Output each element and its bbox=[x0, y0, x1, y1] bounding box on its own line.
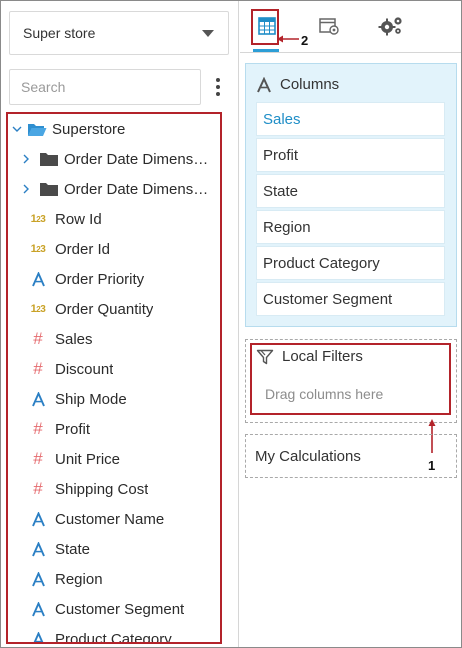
window-gear-icon bbox=[319, 18, 339, 35]
caret-down-icon bbox=[202, 30, 214, 37]
filter-icon bbox=[256, 349, 274, 364]
table-icon bbox=[258, 17, 276, 35]
field-item[interactable]: Customer Name bbox=[8, 504, 220, 534]
tree-folder-label: Order Date Dimens… bbox=[64, 150, 209, 168]
local-filters-title: Local Filters bbox=[282, 348, 363, 365]
chevron-down-icon[interactable] bbox=[8, 124, 26, 134]
numeric-icon: 123 bbox=[30, 303, 46, 315]
attribute-icon bbox=[26, 631, 50, 642]
field-label: Ship Mode bbox=[55, 390, 127, 408]
field-label: State bbox=[55, 540, 91, 558]
attribute-icon bbox=[257, 76, 271, 92]
field-label: Customer Name bbox=[55, 510, 165, 528]
attribute-icon bbox=[26, 571, 50, 587]
attribute-icon bbox=[26, 391, 50, 407]
field-item[interactable]: State bbox=[8, 534, 220, 564]
tree-folder-order-date-1[interactable]: Order Date Dimens… bbox=[8, 144, 220, 174]
field-item[interactable]: Order Priority bbox=[8, 264, 220, 294]
field-label: Row Id bbox=[55, 210, 102, 228]
field-label: Region bbox=[55, 570, 103, 588]
column-item[interactable]: Sales bbox=[256, 102, 445, 136]
field-label: Customer Segment bbox=[55, 600, 185, 618]
tab-settings[interactable] bbox=[376, 11, 406, 41]
hash-icon: # bbox=[33, 329, 43, 348]
column-item[interactable]: State bbox=[256, 174, 445, 208]
field-label: Order Quantity bbox=[55, 300, 154, 318]
numeric-icon: 123 bbox=[30, 213, 46, 225]
column-item[interactable]: Customer Segment bbox=[256, 282, 445, 316]
field-item[interactable]: 1 2 3 Row Id bbox=[8, 204, 220, 234]
field-item[interactable]: Customer Segment bbox=[8, 594, 220, 624]
search-input[interactable] bbox=[9, 69, 201, 105]
field-item[interactable]: Region bbox=[8, 564, 220, 594]
panel-tabs bbox=[240, 1, 461, 53]
gears-icon bbox=[378, 17, 402, 36]
hash-icon: # bbox=[33, 359, 43, 378]
field-item[interactable]: # Profit bbox=[8, 414, 220, 444]
hash-icon: # bbox=[33, 479, 43, 498]
field-item[interactable]: Ship Mode bbox=[8, 384, 220, 414]
tree-folder-label: Order Date Dimens… bbox=[64, 180, 209, 198]
active-tab-indicator bbox=[253, 49, 279, 52]
field-label: Unit Price bbox=[55, 450, 121, 468]
folder-icon bbox=[38, 181, 60, 197]
field-item[interactable]: Product Category bbox=[8, 624, 220, 644]
data-panel: Super store Superstore bbox=[0, 0, 462, 648]
columns-header: Columns bbox=[256, 76, 339, 93]
columns-title: Columns bbox=[280, 76, 340, 93]
fields-panel: Super store Superstore bbox=[1, 1, 239, 647]
chevron-right-icon[interactable] bbox=[8, 184, 38, 194]
field-label: Order Priority bbox=[55, 270, 145, 288]
hash-icon: # bbox=[33, 419, 43, 438]
callout-arrow-icon bbox=[277, 35, 299, 43]
datasource-select[interactable]: Super store bbox=[9, 11, 229, 55]
attribute-icon bbox=[26, 271, 50, 287]
field-item[interactable]: 1 2 3 Order Id bbox=[8, 234, 220, 264]
folder-icon bbox=[38, 151, 60, 167]
column-item[interactable]: Product Category bbox=[256, 246, 445, 280]
field-label: Order Id bbox=[55, 240, 111, 258]
field-label: Discount bbox=[55, 360, 114, 378]
column-item[interactable]: Profit bbox=[256, 138, 445, 172]
column-item[interactable]: Region bbox=[256, 210, 445, 244]
tree-root-superstore[interactable]: Superstore bbox=[8, 114, 220, 144]
columns-panel: Columns Sales Profit State Region Product Ca… bbox=[245, 63, 457, 327]
callout-number-2: 2 bbox=[301, 33, 309, 48]
attribute-icon bbox=[26, 601, 50, 617]
more-options-icon[interactable] bbox=[210, 74, 226, 100]
field-item[interactable]: # Discount bbox=[8, 354, 220, 384]
field-label: Sales bbox=[55, 330, 93, 348]
field-label: Product Category bbox=[55, 630, 172, 644]
tree-root-label: Superstore bbox=[52, 120, 126, 138]
field-tree: Superstore Order Date Dimens… Order Date… bbox=[6, 112, 222, 644]
my-calculations-title: My Calculations bbox=[255, 447, 361, 465]
local-filters-hint: Drag columns here bbox=[265, 386, 384, 402]
field-item[interactable]: # Unit Price bbox=[8, 444, 220, 474]
folder-open-icon bbox=[26, 121, 48, 137]
field-label: Shipping Cost bbox=[55, 480, 149, 498]
attribute-icon bbox=[26, 541, 50, 557]
attribute-icon bbox=[26, 511, 50, 527]
tree-folder-order-date-2[interactable]: Order Date Dimens… bbox=[8, 174, 220, 204]
numeric-icon: 123 bbox=[30, 243, 46, 255]
hash-icon: # bbox=[33, 449, 43, 468]
my-calculations-section[interactable]: My Calculations bbox=[245, 434, 457, 478]
local-filters-header: Local Filters bbox=[256, 348, 363, 365]
field-item[interactable]: # Shipping Cost bbox=[8, 474, 220, 504]
chevron-right-icon[interactable] bbox=[8, 154, 38, 164]
field-label: Profit bbox=[55, 420, 91, 438]
tab-properties[interactable] bbox=[314, 11, 344, 41]
field-item[interactable]: 1 2 3 Order Quantity bbox=[8, 294, 220, 324]
field-item[interactable]: # Sales bbox=[8, 324, 220, 354]
datasource-select-value: Super store bbox=[23, 25, 96, 41]
